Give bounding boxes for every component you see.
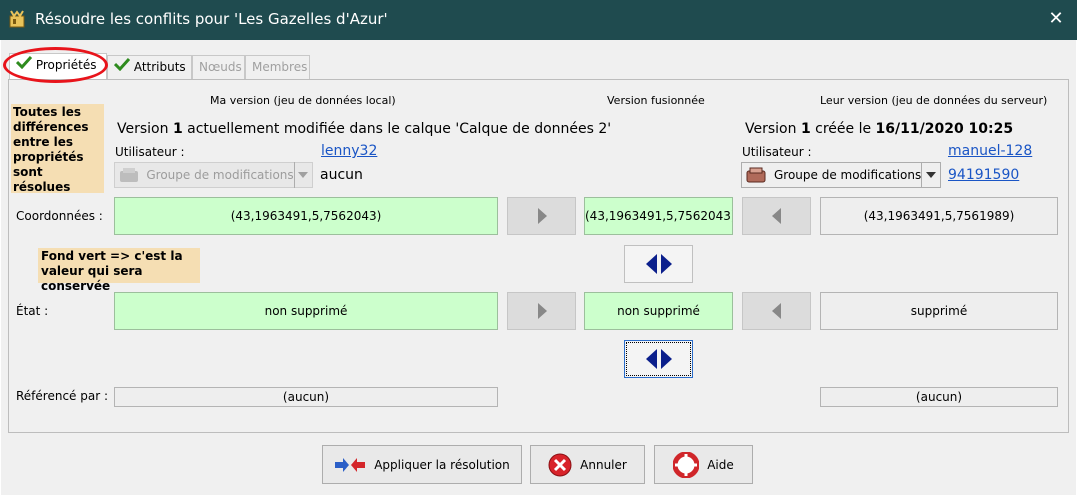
- arrow-left-icon: [771, 303, 781, 319]
- check-icon: [113, 56, 131, 79]
- arrow-left-icon: [771, 208, 781, 224]
- merge-arrows-icon: [645, 349, 672, 369]
- cancel-button[interactable]: Annuler: [530, 445, 645, 484]
- tab-label: Membres: [252, 60, 308, 74]
- tab-members[interactable]: Membres: [245, 55, 310, 80]
- take-theirs-state-button[interactable]: [742, 292, 811, 330]
- state-theirs-field: supprimé: [820, 292, 1058, 330]
- arrow-right-icon: [537, 208, 547, 224]
- theirs-version-info: Version 1 créée le 16/11/2020 10:25: [745, 121, 1013, 137]
- note-green-background: Fond vert => c'est la valeur qui sera co…: [38, 248, 200, 293]
- tab-attributes[interactable]: Attributs: [107, 55, 192, 80]
- referenced-theirs-field: (aucun): [820, 387, 1058, 407]
- tab-label: Nœuds: [199, 60, 242, 74]
- note-resolved: Toutes les différences entre les proprié…: [11, 104, 104, 194]
- theirs-changeset-link[interactable]: 94191590: [948, 167, 1019, 183]
- version-suffix: actuellement modifiée dans le calque 'Ca…: [182, 121, 612, 137]
- combo-label: Groupe de modifications: [146, 168, 294, 182]
- check-icon: [15, 54, 33, 77]
- josm-icon: [9, 10, 25, 28]
- coords-theirs-field: (43,1963491,5,7561989): [820, 197, 1058, 235]
- column-header-theirs: Leur version (jeu de données du serveur): [820, 94, 1048, 107]
- window-title: Résoudre les conflits pour 'Les Gazelles…: [35, 10, 388, 28]
- apply-resolution-button[interactable]: Appliquer la résolution: [322, 445, 522, 484]
- arrow-right-icon: [537, 303, 547, 319]
- version-number: 1: [172, 121, 183, 137]
- state-merged-field: non supprimé: [584, 292, 733, 330]
- take-theirs-coords-button[interactable]: [742, 197, 811, 235]
- mine-version-info: Version 1 actuellement modifiée dans le …: [117, 121, 611, 137]
- version-prefix: Version: [117, 121, 173, 137]
- changeset-icon: [115, 164, 142, 186]
- theirs-changeset-combo[interactable]: Groupe de modifications: [741, 162, 941, 188]
- version-middle: créée le: [810, 121, 876, 137]
- undecide-coords-button[interactable]: [624, 245, 693, 283]
- take-mine-state-button[interactable]: [507, 292, 576, 330]
- column-header-mine: Ma version (jeu de données local): [210, 94, 396, 107]
- coords-label: Coordonnées :: [16, 209, 103, 223]
- tab-label: Attributs: [133, 60, 186, 74]
- coords-merged-field: (43,1963491,5,7562043): [584, 197, 733, 235]
- theirs-user-label: Utilisateur :: [742, 145, 812, 159]
- combo-label: Groupe de modifications: [773, 168, 922, 182]
- close-icon[interactable]: ✕: [1045, 6, 1067, 32]
- state-mine-field: non supprimé: [114, 292, 498, 330]
- mine-user-link[interactable]: lenny32: [321, 143, 377, 159]
- tab-label: Propriétés: [35, 58, 97, 72]
- state-label: État :: [16, 304, 49, 318]
- tab-properties[interactable]: Propriétés: [9, 53, 107, 80]
- coords-mine-field: (43,1963491,5,7562043): [114, 197, 498, 235]
- take-mine-coords-button[interactable]: [507, 197, 576, 235]
- theirs-user-link[interactable]: manuel-128: [948, 143, 1032, 159]
- undecide-state-button[interactable]: [624, 340, 693, 378]
- tab-nodes[interactable]: Nœuds: [192, 55, 245, 80]
- merge-arrows-icon: [645, 254, 672, 274]
- referenced-label: Référencé par :: [16, 389, 109, 403]
- lifebuoy-icon: [673, 451, 700, 478]
- cancel-icon: [548, 453, 572, 476]
- cancel-label: Annuler: [580, 457, 627, 472]
- version-prefix: Version: [745, 121, 801, 137]
- version-number: 1: [800, 121, 811, 137]
- referenced-mine-field: (aucun): [114, 387, 498, 407]
- version-date: 16/11/2020 10:25: [875, 121, 1014, 137]
- column-header-merged: Version fusionnée: [607, 94, 705, 107]
- help-button[interactable]: Aide: [654, 445, 753, 484]
- mine-user-label: Utilisateur :: [115, 145, 185, 159]
- apply-label: Appliquer la résolution: [374, 457, 510, 472]
- title-bar: Résoudre les conflits pour 'Les Gazelles…: [0, 0, 1077, 40]
- mine-changeset-value: aucun: [320, 167, 363, 183]
- help-label: Aide: [707, 457, 734, 472]
- apply-resolution-icon: [335, 457, 366, 472]
- chevron-down-icon: [921, 162, 940, 188]
- chevron-down-icon: [293, 162, 312, 188]
- mine-changeset-combo: Groupe de modifications: [114, 162, 313, 188]
- changeset-icon: [742, 164, 770, 186]
